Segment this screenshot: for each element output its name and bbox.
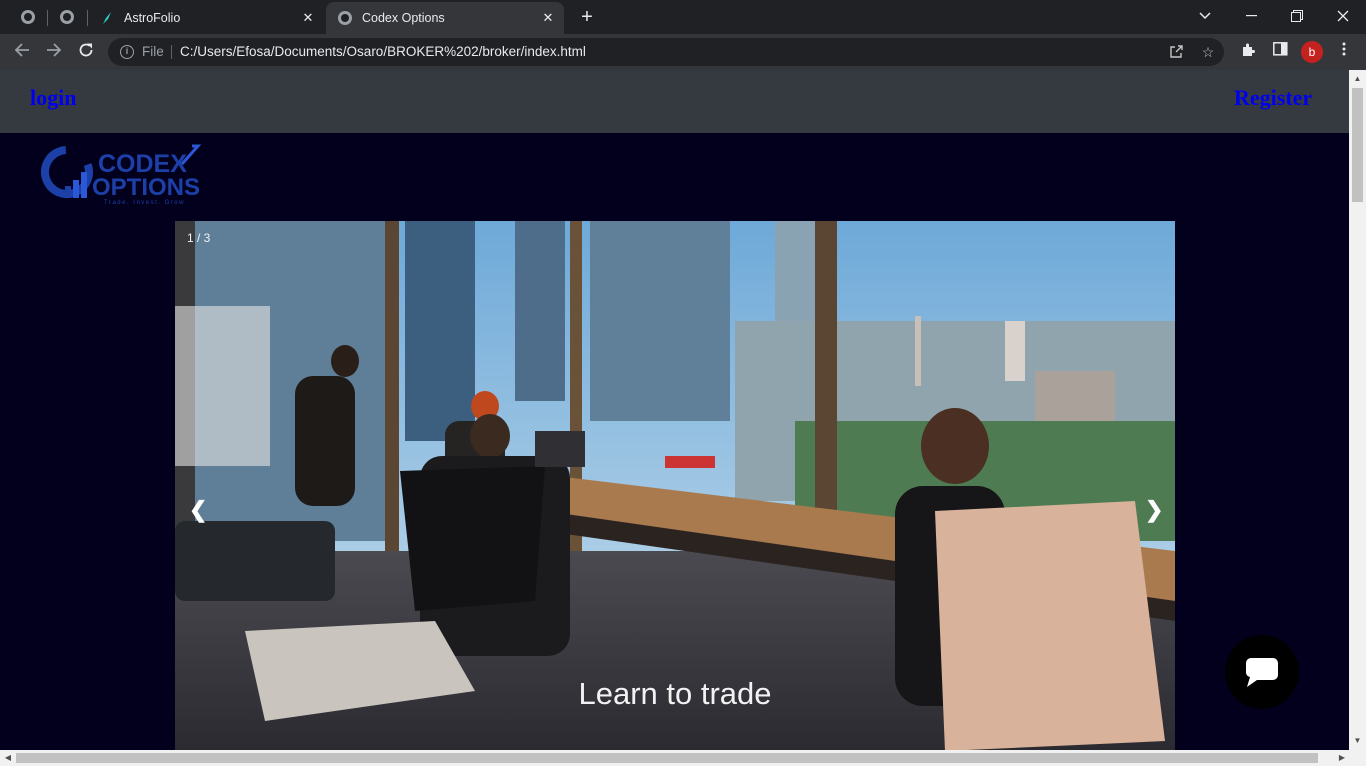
scroll-up-icon[interactable]: ▲	[1349, 72, 1366, 86]
back-arrow-icon	[14, 43, 29, 57]
bookmark-star-icon[interactable]: ☆	[1200, 44, 1216, 60]
minimize-icon	[1245, 15, 1257, 17]
slide-caption: Learn to trade	[578, 676, 772, 711]
pinned-tab-2[interactable]	[52, 6, 82, 28]
info-icon[interactable]: i	[120, 45, 134, 59]
astrofolio-icon	[103, 12, 111, 24]
close-icon[interactable]: ✕	[300, 10, 316, 26]
scroll-left-icon[interactable]: ◀	[1, 750, 15, 766]
reload-button[interactable]	[74, 40, 98, 64]
chevron-down-icon	[1199, 12, 1211, 20]
tab-title: AstroFolio	[124, 11, 181, 25]
forward-arrow-icon	[47, 43, 62, 57]
top-navbar: login Register	[0, 70, 1349, 133]
tab-separator	[47, 10, 48, 26]
codex-options-logo[interactable]: CODEX OPTIONS Trade. Invest. Grow	[40, 144, 215, 206]
menu-icon[interactable]	[1334, 42, 1354, 62]
tab-search-button[interactable]	[1182, 0, 1228, 32]
extensions-icon[interactable]	[1238, 42, 1258, 62]
restore-icon	[1291, 10, 1303, 22]
restore-button[interactable]	[1274, 0, 1320, 32]
chat-button[interactable]	[1225, 635, 1299, 709]
back-button[interactable]	[10, 40, 34, 64]
scheme-label: File	[142, 44, 164, 59]
prev-slide-button[interactable]: ❮	[189, 497, 207, 523]
next-slide-button[interactable]: ❯	[1145, 497, 1163, 523]
office-photo	[175, 221, 1175, 750]
browser-toolbar: i File C:/Users/Efosa/Documents/Osaro/BR…	[0, 34, 1366, 70]
horizontal-scroll-thumb[interactable]	[16, 753, 1318, 763]
slide-counter: 1 / 3	[187, 231, 211, 245]
globe-icon	[338, 11, 352, 25]
tab-codex-options[interactable]: Codex Options ✕	[326, 2, 564, 34]
image-slideshow: 1 / 3 ❮ ❯ Learn to trade	[175, 221, 1175, 750]
logo-tagline: Trade. Invest. Grow	[104, 200, 185, 206]
tab-title: Codex Options	[362, 11, 445, 25]
close-icon[interactable]: ✕	[540, 10, 556, 26]
horizontal-scrollbar[interactable]: ◀ ▶	[0, 750, 1366, 766]
divider	[171, 45, 172, 59]
minimize-button[interactable]	[1228, 0, 1274, 32]
new-tab-button[interactable]: +	[576, 6, 598, 28]
vertical-scroll-thumb[interactable]	[1352, 88, 1363, 202]
register-link[interactable]: Register	[1234, 85, 1312, 111]
logo-line2: OPTIONS	[92, 174, 200, 201]
globe-icon	[60, 10, 74, 24]
login-link[interactable]: login	[30, 85, 76, 111]
tab-astrofolio[interactable]: AstroFolio ✕	[88, 2, 324, 34]
share-icon[interactable]	[1168, 44, 1184, 60]
pinned-tab-1[interactable]	[13, 6, 43, 28]
url-text[interactable]: C:/Users/Efosa/Documents/Osaro/BROKER%20…	[180, 44, 586, 59]
globe-icon	[21, 10, 35, 24]
reload-icon	[79, 43, 93, 57]
page-viewport: login Register CODEX OPTIONS Trade. Inve…	[0, 70, 1349, 750]
close-icon	[1337, 10, 1349, 22]
vertical-scrollbar[interactable]: ▲ ▼	[1349, 70, 1366, 750]
scroll-down-icon[interactable]: ▼	[1349, 734, 1366, 748]
side-panel-icon[interactable]	[1270, 42, 1290, 62]
scroll-right-icon[interactable]: ▶	[1335, 750, 1349, 766]
profile-avatar[interactable]: b	[1301, 41, 1323, 63]
forward-button[interactable]	[42, 40, 66, 64]
tab-strip: AstroFolio ✕ Codex Options ✕ +	[0, 0, 1366, 34]
address-bar[interactable]: i File C:/Users/Efosa/Documents/Osaro/BR…	[108, 38, 1224, 66]
chat-bubble-icon	[1246, 658, 1278, 687]
close-window-button[interactable]	[1320, 0, 1366, 32]
